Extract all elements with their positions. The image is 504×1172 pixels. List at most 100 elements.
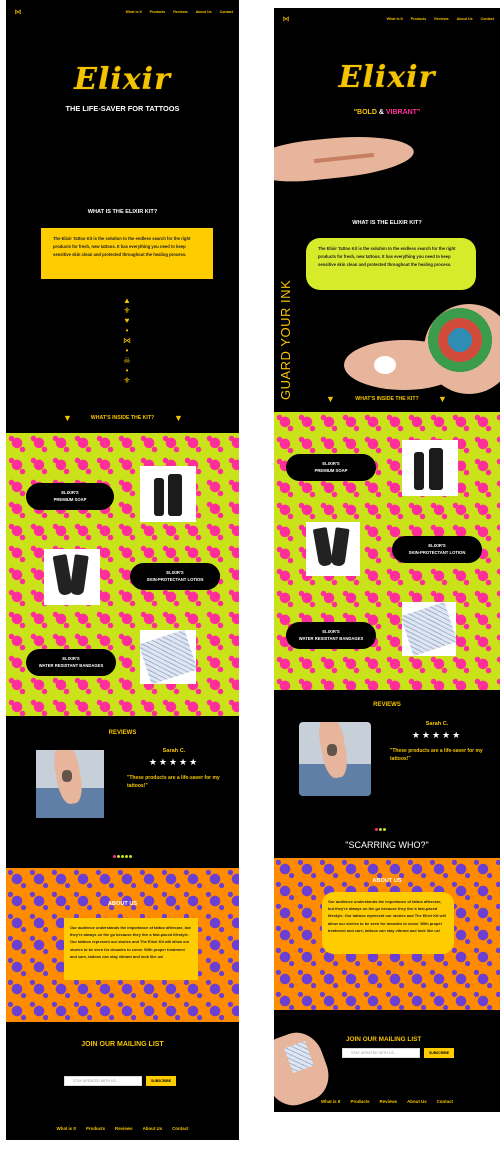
footer-reviews[interactable]: Reviews — [115, 1126, 133, 1131]
hero-tagline: THE LIFE-SAVER FOR TATTOOS — [65, 104, 180, 113]
inside-kit-header: ▼ WHAT'S INSIDE THE KIT? ▼ — [6, 413, 239, 423]
about-text: Our audience understands the importance … — [64, 918, 198, 980]
product-lotion-image[interactable] — [44, 549, 100, 605]
review-card: Sarah C. ★★★★★ "These products are a lif… — [382, 721, 492, 763]
nav-contact[interactable]: Contact — [220, 10, 233, 14]
products-section: ELIXIR'S PREMIUM SOAP ELIXIR'S SKIN-PROTEC… — [6, 433, 239, 716]
butterfly-logo-icon[interactable]: ⋈ — [12, 9, 24, 16]
carousel-dots[interactable] — [112, 845, 132, 863]
top-nav: ⋈ What is It Products Reviews About Us C… — [6, 8, 239, 16]
brand-logo: Elixir — [338, 60, 436, 95]
product-bandages-label[interactable]: ELIXIR'S WATER RESISTANT BANDAGES — [26, 649, 116, 676]
mailing-title: JOIN OUR MAILING LIST — [346, 1036, 422, 1043]
review-card: Sarah C. ★★★★★ "These products are a lif… — [119, 748, 229, 790]
review-text: "These products are a life-saver for my … — [390, 748, 483, 762]
mockup-desktop-1: ⋈ What is It Products Reviews About Us C… — [6, 0, 239, 1140]
product-premium-soap-label[interactable]: ELIXIR'S PREMIUM SOAP — [286, 454, 376, 481]
inside-kit-header: ▼ WHAT'S INSIDE THE KIT? ▼ — [274, 394, 500, 404]
star-rating-icon: ★★★★★ — [148, 757, 200, 767]
product-soap-image[interactable] — [402, 440, 458, 496]
hero-tagline: "BOLD & VIBRANT" — [274, 109, 500, 116]
dot-icon: • — [125, 366, 129, 375]
email-input[interactable]: STAY UPDATED WITH US... — [64, 1076, 142, 1086]
star-rating-icon: ★★★★★ — [411, 730, 463, 740]
product-premium-soap-label[interactable]: ELIXIR'S PREMIUM SOAP — [26, 483, 114, 510]
nav-about-us[interactable]: About Us — [196, 10, 212, 14]
footer-nav: What is It Products Reviews About Us Con… — [6, 1126, 239, 1131]
arrow-down-icon: ▼ — [174, 413, 183, 423]
what-is-title: WHAT IS THE ELIXIR KIT? — [352, 220, 422, 226]
what-is-text: The Elixir Tattoo Kit is the solution to… — [306, 238, 476, 290]
subscribe-button[interactable]: SUBSCRIBE — [146, 1076, 176, 1086]
ornament-decoration: ▲ ⚜ ♥ • ⋈ • ☠ • ⚜ — [113, 296, 141, 396]
scarring-title: "SCARRING WHO?" — [345, 840, 429, 850]
product-label-line: SKIN-PROTECTANT LOTION — [146, 576, 204, 582]
tagline-vibrant: VIBRANT" — [385, 109, 421, 116]
review-text: "These products are a life-saver for my … — [127, 775, 220, 789]
about-title: ABOUT US — [372, 878, 402, 884]
product-bandages-image[interactable] — [140, 630, 196, 684]
nav-products[interactable]: Products — [411, 17, 427, 21]
nav-contact[interactable]: Contact — [481, 17, 494, 21]
nav-what-is-it[interactable]: What is It — [126, 10, 142, 14]
nav-reviews[interactable]: Reviews — [173, 10, 187, 14]
footer-products[interactable]: Products — [86, 1126, 105, 1131]
product-lotion-label[interactable]: ELIXIR'S SKIN-PROTECTANT LOTION — [130, 563, 220, 590]
dot-icon: • — [125, 346, 129, 355]
inside-kit-title: WHAT'S INSIDE THE KIT? — [90, 415, 155, 421]
footer-reviews[interactable]: Reviews — [380, 1099, 398, 1104]
tagline-bold: "BOLD — [353, 109, 377, 116]
arrow-down-icon: ▲ — [123, 296, 131, 305]
footer-contact[interactable]: Contact — [437, 1099, 453, 1104]
product-label-line: WATER RESISTANT BANDAGES — [38, 662, 104, 668]
footer-what-is-it[interactable]: What is It — [57, 1126, 77, 1131]
about-title: ABOUT US — [107, 901, 138, 907]
footer-contact[interactable]: Contact — [172, 1126, 188, 1131]
reviews-title: REVIEWS — [373, 702, 401, 708]
mailing-title: JOIN OUR MAILING LIST — [81, 1041, 164, 1048]
butterfly-logo-icon[interactable]: ⋈ — [280, 16, 292, 23]
product-label-line: SKIN-PROTECTANT LOTION — [408, 549, 466, 555]
product-label-line: WATER RESISTANT BANDAGES — [298, 635, 364, 641]
tagline-amp: & — [378, 109, 384, 116]
footer-what-is-it[interactable]: What is It — [321, 1099, 341, 1104]
product-soap-image[interactable] — [140, 466, 196, 522]
inside-kit-title: WHAT'S INSIDE THE KIT? — [355, 396, 419, 402]
footer-nav: What is It Products Reviews About Us Con… — [274, 1099, 500, 1104]
product-label-line: PREMIUM SOAP — [314, 467, 348, 473]
arrow-down-icon: ▼ — [438, 394, 447, 404]
top-nav: ⋈ What is It Products Reviews About Us C… — [274, 14, 500, 24]
dot-icon[interactable] — [378, 828, 382, 831]
product-lotion-image[interactable] — [306, 522, 360, 576]
product-bandages-image[interactable] — [402, 602, 456, 656]
carousel-dots[interactable] — [374, 818, 386, 836]
mockup-desktop-2: ⋈ What is It Products Reviews About Us C… — [274, 8, 500, 1112]
reviewer-name: Sarah C. — [162, 748, 186, 754]
brand-logo: Elixir — [74, 62, 171, 97]
nav-about-us[interactable]: About Us — [457, 17, 473, 21]
footer-products[interactable]: Products — [351, 1099, 370, 1104]
footer-about-us[interactable]: About Us — [143, 1126, 163, 1131]
dot-icon[interactable] — [112, 855, 116, 858]
email-input[interactable]: STAY UPDATED WITH US... — [342, 1048, 420, 1058]
reviewer-name: Sarah C. — [425, 721, 449, 727]
butterfly-icon: ⋈ — [123, 336, 131, 345]
dot-icon[interactable] — [120, 855, 124, 858]
product-bandages-label[interactable]: ELIXIR'S WATER RESISTANT BANDAGES — [286, 622, 376, 649]
dot-icon[interactable] — [124, 855, 128, 858]
product-lotion-label[interactable]: ELIXIR'S SKIN-PROTECTANT LOTION — [392, 536, 482, 563]
nav-products[interactable]: Products — [150, 10, 166, 14]
dot-icon[interactable] — [382, 828, 386, 831]
about-section: ABOUT US Our audience understands the im… — [274, 858, 500, 1010]
dot-icon[interactable] — [116, 855, 120, 858]
reviews-title: REVIEWS — [108, 730, 137, 736]
nav-reviews[interactable]: Reviews — [434, 17, 448, 21]
footer-about-us[interactable]: About Us — [407, 1099, 427, 1104]
nav-what-is-it[interactable]: What is It — [387, 17, 403, 21]
dot-icon[interactable] — [374, 828, 378, 831]
fleur-icon: ⚜ — [123, 306, 131, 315]
hero-hand-photo — [274, 128, 444, 206]
dot-icon[interactable] — [128, 855, 132, 858]
what-is-text: The Elixir Tattoo Kit is the solution to… — [41, 228, 213, 279]
subscribe-button[interactable]: SUBSCRIBE — [424, 1048, 454, 1058]
